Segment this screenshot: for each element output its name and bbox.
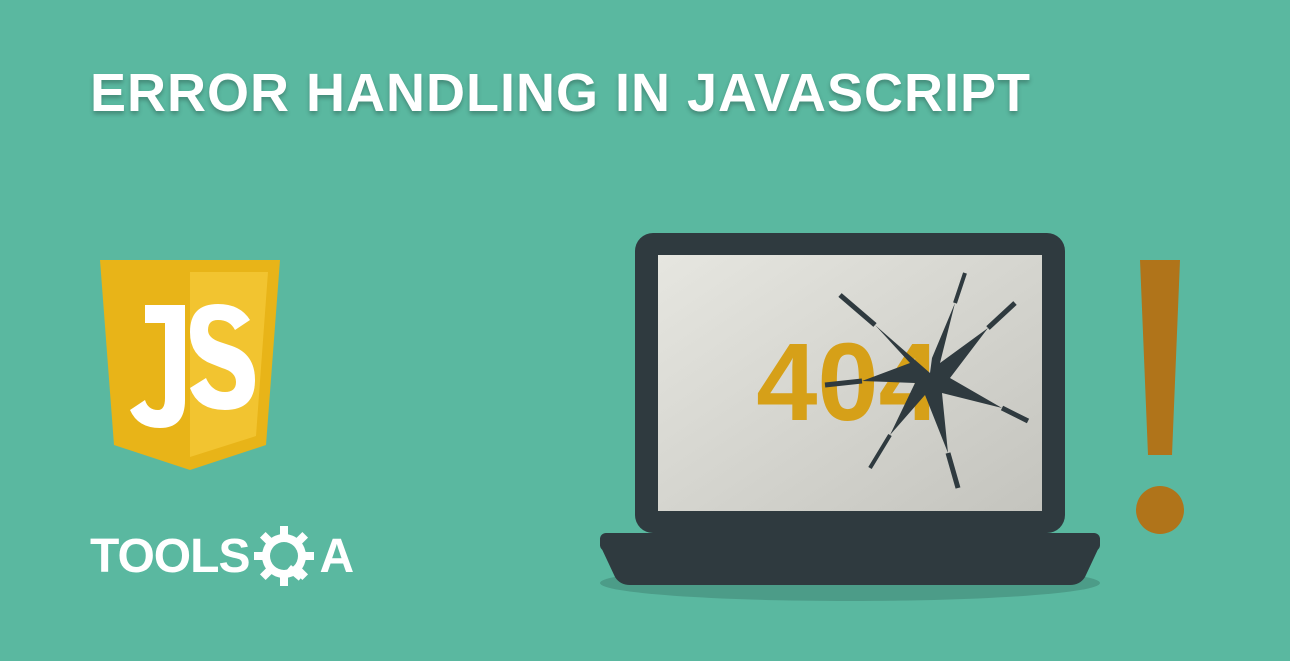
- page-title: ERROR HANDLING IN JAVASCRIPT: [90, 62, 1031, 124]
- exclamation-icon: [1130, 260, 1190, 540]
- brand-suffix: A: [319, 529, 353, 584]
- javascript-logo: [90, 260, 290, 490]
- toolsqa-logo: TOOLS A: [90, 525, 353, 587]
- laptop-illustration: 404: [580, 225, 1120, 605]
- brand-prefix: TOOLS: [90, 529, 249, 584]
- gear-icon: [253, 525, 315, 587]
